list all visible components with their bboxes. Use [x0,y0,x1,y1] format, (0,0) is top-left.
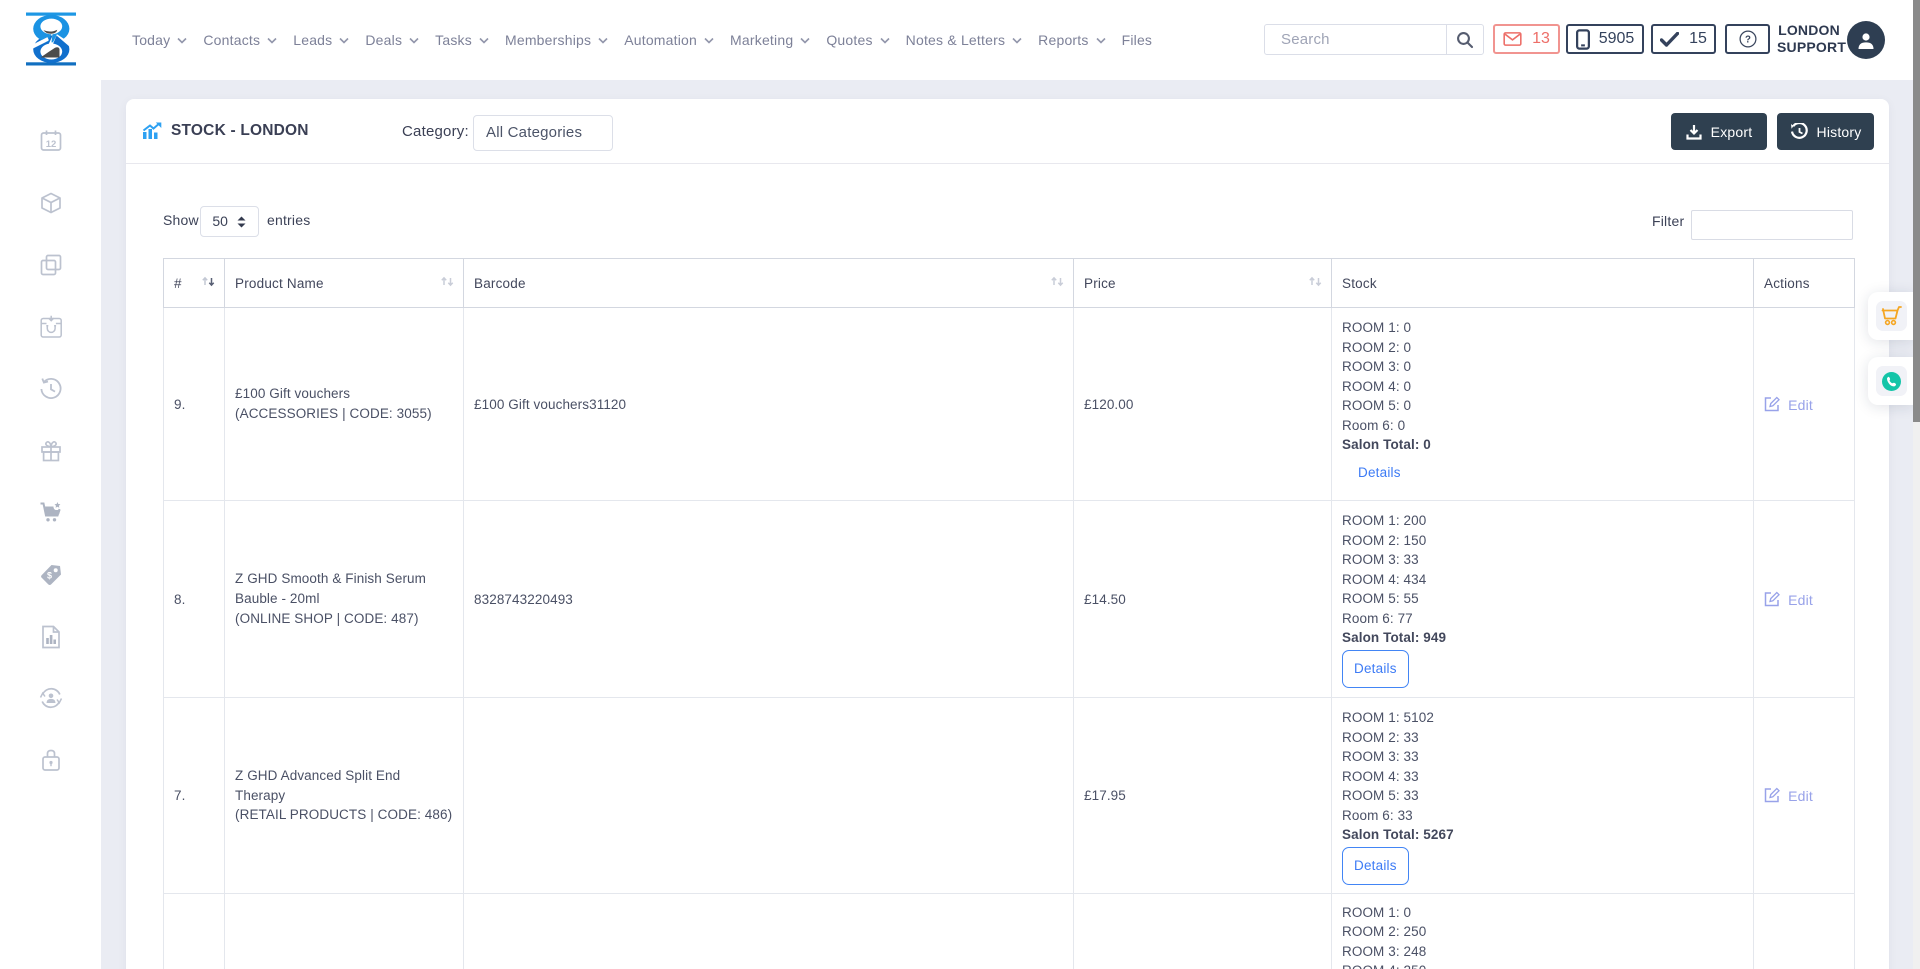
svg-text:12: 12 [46,139,57,150]
svg-text:$: $ [47,571,52,581]
svg-text:?: ? [1745,34,1751,45]
